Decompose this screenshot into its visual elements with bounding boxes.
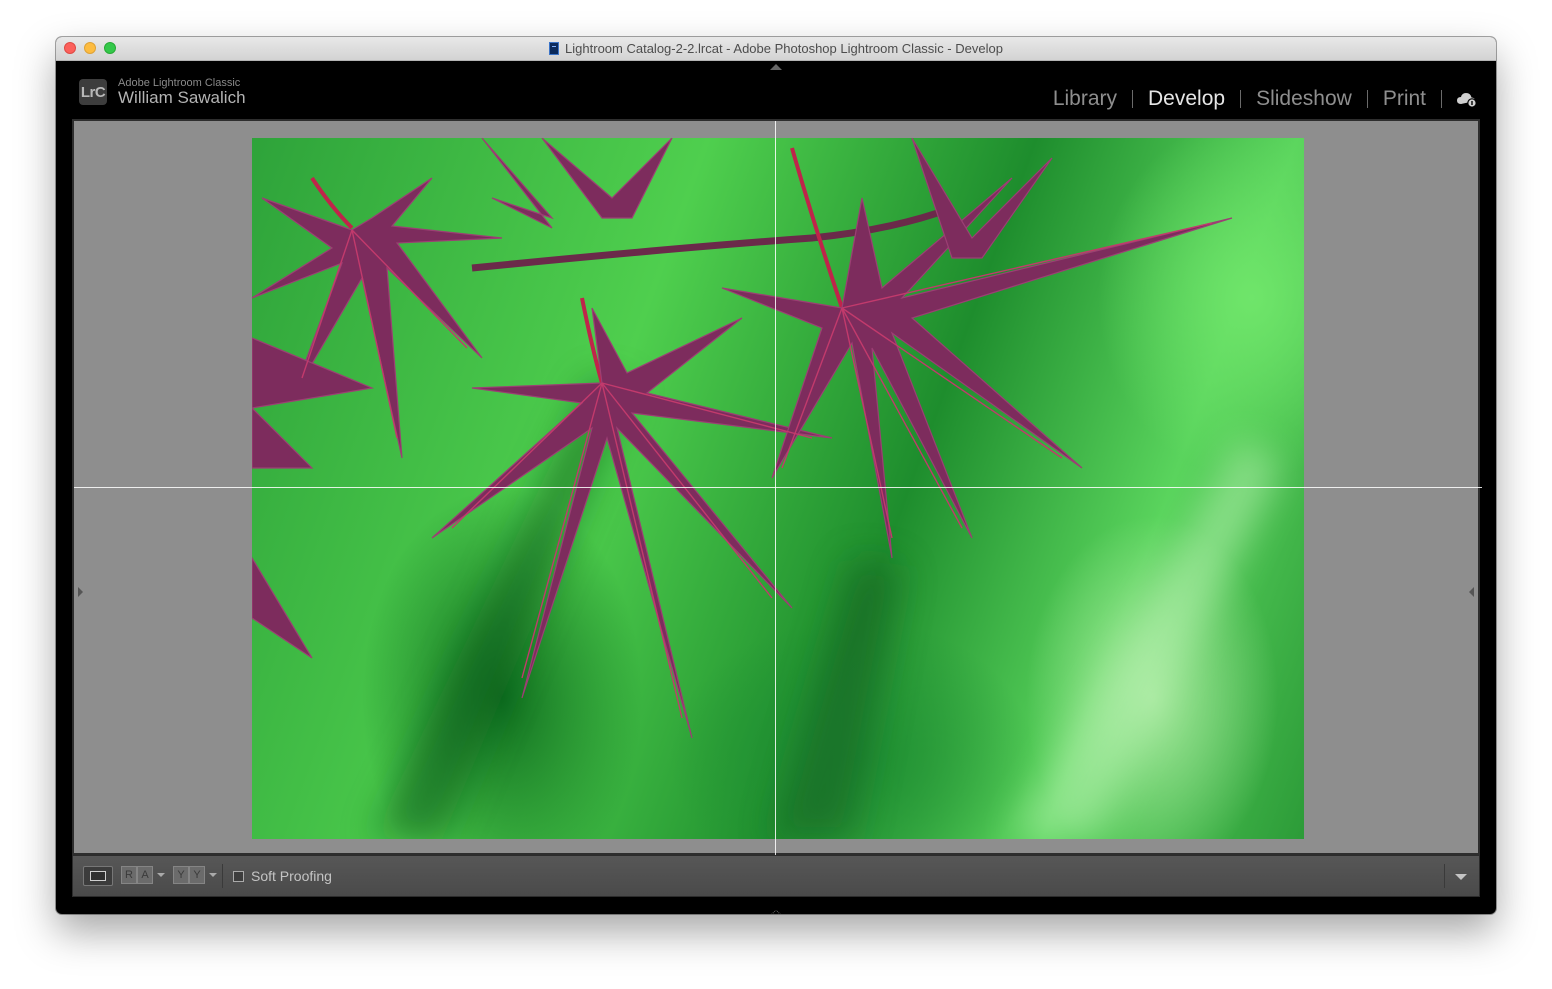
toolbar-divider (1444, 864, 1445, 888)
before-after-a-button[interactable]: A (137, 866, 153, 884)
module-library[interactable]: Library (1038, 87, 1132, 111)
before-after-y-right-button[interactable]: Y (189, 866, 205, 884)
module-slideshow[interactable]: Slideshow (1241, 87, 1367, 111)
identity-plate-user: William Sawalich (118, 88, 246, 107)
before-after-r-button[interactable]: R (121, 866, 137, 884)
toolbar-divider (222, 864, 223, 888)
maple-leaves-image (252, 138, 1282, 839)
window-title-wrap: Lightroom Catalog-2-2.lrcat - Adobe Phot… (56, 37, 1496, 60)
module-separator (1441, 90, 1442, 108)
loupe-view (72, 119, 1482, 857)
top-panel-toggle[interactable] (770, 64, 782, 70)
center-guide-vertical (775, 121, 776, 857)
chevron-down-icon[interactable] (157, 873, 165, 877)
develop-photo[interactable] (252, 138, 1304, 839)
toolbar-content-menu-icon[interactable] (1455, 874, 1467, 880)
soft-proofing-label[interactable]: Soft Proofing (251, 868, 332, 884)
develop-toolbar: R A Y Y Soft Proofing (72, 855, 1480, 897)
filmstrip-toggle[interactable] (770, 903, 782, 914)
lrc-logo: LrC (79, 79, 107, 105)
cloud-sync-icon[interactable] (1456, 90, 1478, 108)
module-develop[interactable]: Develop (1133, 87, 1240, 111)
window-title: Lightroom Catalog-2-2.lrcat - Adobe Phot… (565, 41, 1003, 56)
loupe-view-button[interactable] (83, 866, 113, 886)
module-print[interactable]: Print (1368, 87, 1441, 111)
before-after-yy-group[interactable]: Y Y (173, 866, 217, 884)
before-after-ra-group[interactable]: R A (121, 866, 165, 884)
lightroom-window: Lightroom Catalog-2-2.lrcat - Adobe Phot… (56, 37, 1496, 914)
center-guide-horizontal (74, 487, 1482, 488)
before-after-y-left-button[interactable]: Y (173, 866, 189, 884)
right-panel-toggle[interactable] (1469, 587, 1474, 597)
title-bar: Lightroom Catalog-2-2.lrcat - Adobe Phot… (56, 37, 1496, 61)
soft-proofing-checkbox[interactable] (233, 871, 244, 882)
lrcat-document-icon (549, 42, 560, 55)
left-panel-toggle[interactable] (78, 587, 83, 597)
chevron-down-icon[interactable] (209, 873, 217, 877)
module-picker: Library Develop Slideshow Print (1038, 87, 1478, 111)
